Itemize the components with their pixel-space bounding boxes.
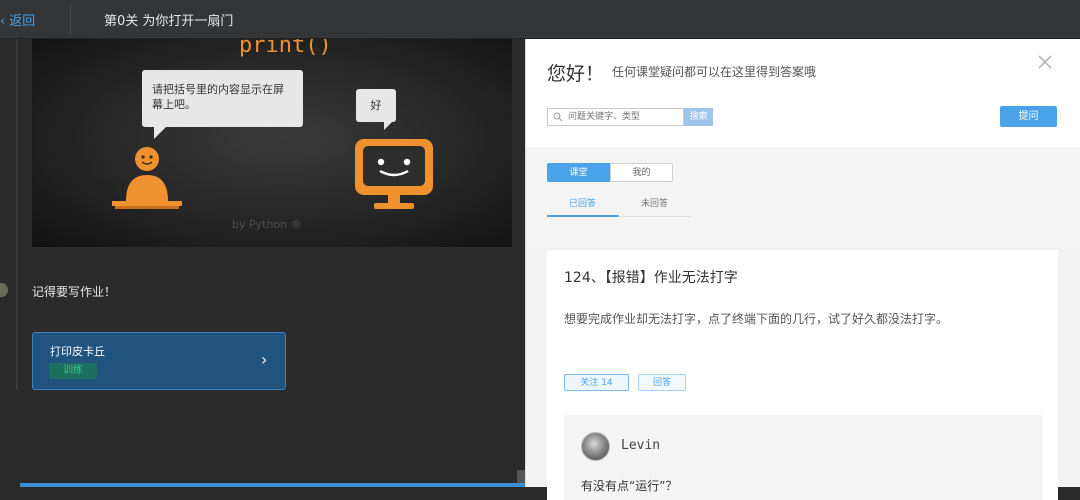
- tabs-area: 课堂 我的 已回答 未回答: [526, 147, 1080, 243]
- chevron-left-icon: ‹: [0, 14, 6, 29]
- reply-text: 有没有点“运行”？: [581, 479, 678, 493]
- task-card-pikachu[interactable]: 打印皮卡丘 训练 ›: [32, 332, 286, 390]
- task-tag: 训练: [49, 363, 97, 379]
- avatar: [581, 432, 610, 461]
- robot-monitor-icon: [355, 139, 433, 209]
- qa-header: 您好！ 任何课堂疑问都可以在这里得到答案哦 搜索 提问: [526, 39, 1080, 147]
- search-icon: [553, 112, 563, 122]
- back-button[interactable]: ‹ 返回: [0, 10, 35, 29]
- question-title[interactable]: 124、【报错】作业无法打字: [564, 267, 738, 287]
- print-title: print(): [239, 39, 332, 58]
- progress-bar: [20, 483, 525, 487]
- tab-mine[interactable]: 我的: [610, 163, 673, 182]
- back-label: 返回: [9, 14, 36, 29]
- close-icon[interactable]: [1036, 53, 1054, 71]
- homework-reminder: 记得要写作业！: [32, 285, 117, 299]
- search-box: [547, 108, 684, 126]
- lesson-illustration: print() 请把括号里的内容显示在屏幕上吧。 好 by Python ®: [32, 39, 512, 247]
- level-title: 第0关 为你打开一扇门: [104, 14, 234, 29]
- answer-button[interactable]: 回答: [638, 374, 686, 391]
- tab-unanswered[interactable]: 未回答: [641, 196, 668, 209]
- tab-classroom[interactable]: 课堂: [547, 163, 610, 182]
- bubble-text-reply: 好: [370, 99, 382, 112]
- divider: [70, 4, 71, 34]
- active-tab-indicator: [547, 215, 619, 217]
- follow-button[interactable]: 关注 14: [564, 374, 629, 391]
- chevron-right-icon: ›: [261, 350, 268, 369]
- reply-item: Levin 有没有点“运行”？: [564, 415, 1043, 500]
- ask-question-button[interactable]: 提问: [1000, 106, 1057, 127]
- greeting-subtitle: 任何课堂疑问都可以在这里得到答案哦: [612, 65, 817, 79]
- tab-answered[interactable]: 已回答: [569, 196, 596, 209]
- watermark: by Python ®: [232, 218, 302, 231]
- speech-bubble-computer: 好: [356, 89, 396, 130]
- scrollbar[interactable]: [517, 470, 525, 483]
- greeting: 您好！: [547, 63, 605, 85]
- timeline-line: [16, 333, 18, 389]
- task-title: 打印皮卡丘: [50, 345, 105, 358]
- speech-bubble-person: 请把括号里的内容显示在屏幕上吧。: [142, 70, 303, 139]
- question-body: 想要完成作业却无法打字，点了终端下面的几行，试了好久都没法打字。: [564, 312, 949, 326]
- person-at-desk-icon: [112, 147, 182, 209]
- search-input[interactable]: [568, 109, 678, 125]
- top-bar: ‹ 返回 第0关 为你打开一扇门: [0, 0, 1080, 39]
- qa-panel: 您好！ 任何课堂疑问都可以在这里得到答案哦 搜索 提问 课堂 我的 已回答 未回…: [525, 39, 1080, 500]
- question-card: 124、【报错】作业无法打字 想要完成作业却无法打字，点了终端下面的几行，试了好…: [547, 250, 1058, 500]
- bubble-text: 请把括号里的内容显示在屏幕上吧。: [152, 83, 284, 111]
- reply-author: Levin: [621, 438, 661, 453]
- search-button[interactable]: 搜索: [684, 108, 713, 126]
